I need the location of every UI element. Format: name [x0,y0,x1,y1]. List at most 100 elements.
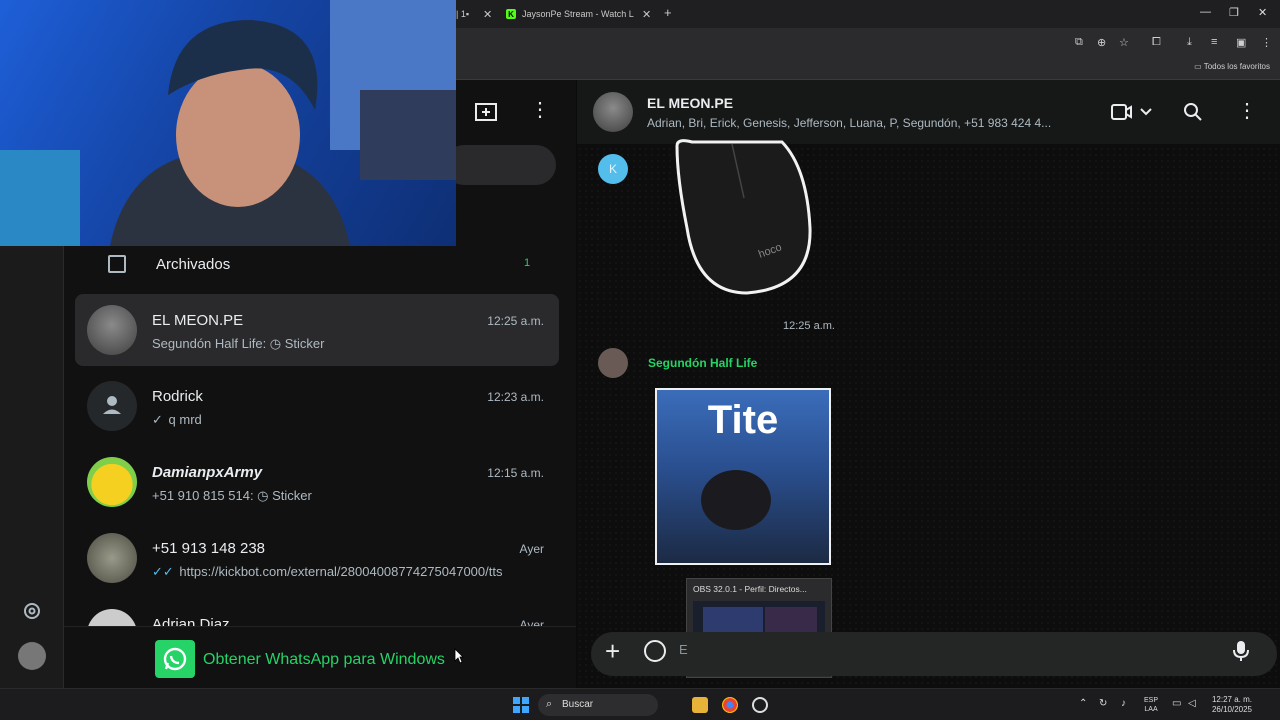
composer-bar [591,632,1277,676]
chat-name: Adrian Diaz [152,616,230,626]
archived-label: Archivados [156,256,231,273]
archived-row[interactable]: Archivados 1 [64,246,576,282]
mouse-sticker[interactable]: hoco [672,138,817,298]
conversation-header[interactable]: EL MEON.PE Adrian, Bri, Erick, Genesis, … [577,80,1280,144]
chat-avatar [87,609,137,626]
sent-tick-icon: ✓ [152,412,163,427]
group-name: EL MEON.PE [647,95,734,111]
chat-preview: https://kickbot.com/external/28004008774… [179,564,503,579]
read-ticks-icon: ✓✓ [152,564,174,579]
volume-icon[interactable]: ◁ [1188,698,1196,709]
sync-icon[interactable]: ↻ [1099,698,1107,709]
get-app-link[interactable]: Obtener WhatsApp para Windows [203,651,445,669]
chat-preview: Segundón Half Life: ◷ Sticker [152,336,325,351]
webcam-overlay [0,0,456,246]
chat-time: 12:23 a.m. [487,390,544,404]
new-tab-icon[interactable]: + [664,5,672,20]
windows-taskbar: ⌕ Buscar ⌃ ↻ ♪ ESP LAA ▭ ◁ 12:27 a. m. 2… [0,688,1280,720]
kick-icon: K [506,9,516,19]
chat-item-rodrick[interactable]: Rodrick 12:23 a.m. ✓ q mrd [75,370,559,442]
sender-avatar[interactable] [598,348,628,378]
language-indicator[interactable]: ESP LAA [1144,696,1158,714]
default-person-avatar [87,381,137,431]
system-clock[interactable]: 12:27 a. m. 26/10/2025 [1206,695,1252,715]
install-icon[interactable]: ⧉ [1075,36,1083,49]
sender-initial-avatar[interactable]: K [598,154,628,184]
profile-icon[interactable]: ▣ [1236,36,1246,49]
tite-sticker[interactable]: Tite [655,388,831,565]
network-icon[interactable]: ▭ [1172,698,1181,709]
file-explorer-icon[interactable] [692,697,708,713]
chat-preview: +51 910 815 514: ◷ Sticker [152,488,312,503]
maximize-icon[interactable]: ❐ [1229,6,1239,19]
chat-name: +51 913 148 238 [152,540,266,557]
new-chat-icon[interactable] [474,102,498,122]
taskbar-search[interactable]: ⌕ Buscar [538,694,658,716]
sticker-emoji-icon[interactable] [644,640,666,662]
chat-item-number[interactable]: +51 913 148 238 Ayer ✓✓ https://kickbot.… [75,522,559,594]
video-call-icon[interactable] [1111,102,1157,122]
group-members: Adrian, Bri, Erick, Genesis, Jefferson, … [647,116,1052,130]
chat-preview-row: ✓✓ https://kickbot.com/external/28004008… [152,564,502,580]
settings-gear-icon[interactable] [21,600,43,622]
whatsapp-logo-icon [155,640,195,678]
sticker-text: Tite [707,398,779,442]
group-avatar[interactable] [593,92,633,132]
tab-label: | 1▪ [456,9,470,19]
windows-start-icon[interactable] [513,697,529,713]
archive-icon [108,255,126,273]
download-icon[interactable]: ⤓ [1187,36,1192,49]
all-bookmarks-link[interactable]: ▭ Todos los favoritos [1194,62,1270,71]
browser-tab-kick[interactable]: K JaysonPe Stream - Watch Live ✕ [506,4,656,24]
chat-avatar [87,305,137,355]
chat-preview-row: ✓ q mrd [152,412,202,428]
search-icon[interactable] [1183,102,1203,122]
chat-time: Ayer [519,542,544,556]
menu-icon[interactable]: ⋮ [1237,101,1257,121]
close-icon[interactable]: ✕ [483,8,492,21]
webcam-feed [0,0,456,246]
reading-list-icon[interactable]: ≡ [1211,36,1217,48]
menu-icon[interactable]: ⋮ [530,100,550,120]
message-input[interactable]: E [679,642,688,657]
chat-item-damianpxarmy[interactable]: DamianpxArmy 12:15 a.m. +51 910 815 514:… [75,446,559,518]
browser-tab-previous[interactable]: | 1▪ ✕ [456,4,500,24]
chat-time: 12:25 a.m. [487,314,544,328]
obs-preview-title: OBS 32.0.1 - Perfil: Directos... [693,584,807,594]
chat-avatar [87,533,137,583]
star-icon[interactable]: ☆ [1119,36,1129,49]
mouse-cursor-icon [454,648,464,664]
chat-name: EL MEON.PE [152,312,244,329]
zoom-icon[interactable]: ⊕ [1097,36,1106,49]
sender-name[interactable]: Segundón Half Life [648,356,757,370]
chat-time: Ayer [519,618,544,626]
close-window-icon[interactable]: ✕ [1258,6,1267,19]
chat-time: 12:15 a.m. [487,466,544,480]
search-input[interactable] [444,145,556,185]
message-composer: + E [577,624,1280,688]
pikachu-avatar [87,457,137,507]
taskbar-search-label: Buscar [562,699,594,710]
sticker-figure [701,470,771,530]
attach-plus-icon[interactable]: + [605,638,620,664]
chat-item-el-meon[interactable]: EL MEON.PE 12:25 a.m. Segundón Half Life… [75,294,559,366]
kebab-menu-icon[interactable]: ⋮ [1261,36,1272,49]
obs-icon[interactable] [752,697,768,713]
get-app-bar: Obtener WhatsApp para Windows [64,626,576,688]
tray-chevron-icon[interactable]: ⌃ [1079,698,1087,709]
message-time: 12:25 a.m. [783,320,835,332]
search-icon: ⌕ [546,698,553,710]
mic-tray-icon[interactable]: ♪ [1121,698,1126,709]
person-icon [103,396,121,414]
chat-name: DamianpxArmy [152,464,263,481]
close-icon[interactable]: ✕ [642,8,651,21]
microphone-icon[interactable] [1233,640,1249,662]
chat-name: Rodrick [152,388,203,405]
conversation-panel: EL MEON.PE Adrian, Bri, Erick, Genesis, … [577,80,1280,688]
chat-item-adrian-diaz[interactable]: Adrian Diaz Ayer [75,598,559,626]
profile-avatar[interactable] [18,642,46,670]
minimize-icon[interactable]: — [1200,6,1211,18]
tab-label: JaysonPe Stream - Watch Live [522,9,634,19]
chrome-icon[interactable] [722,697,738,713]
extensions-icon[interactable]: ⧠ [1152,36,1161,49]
